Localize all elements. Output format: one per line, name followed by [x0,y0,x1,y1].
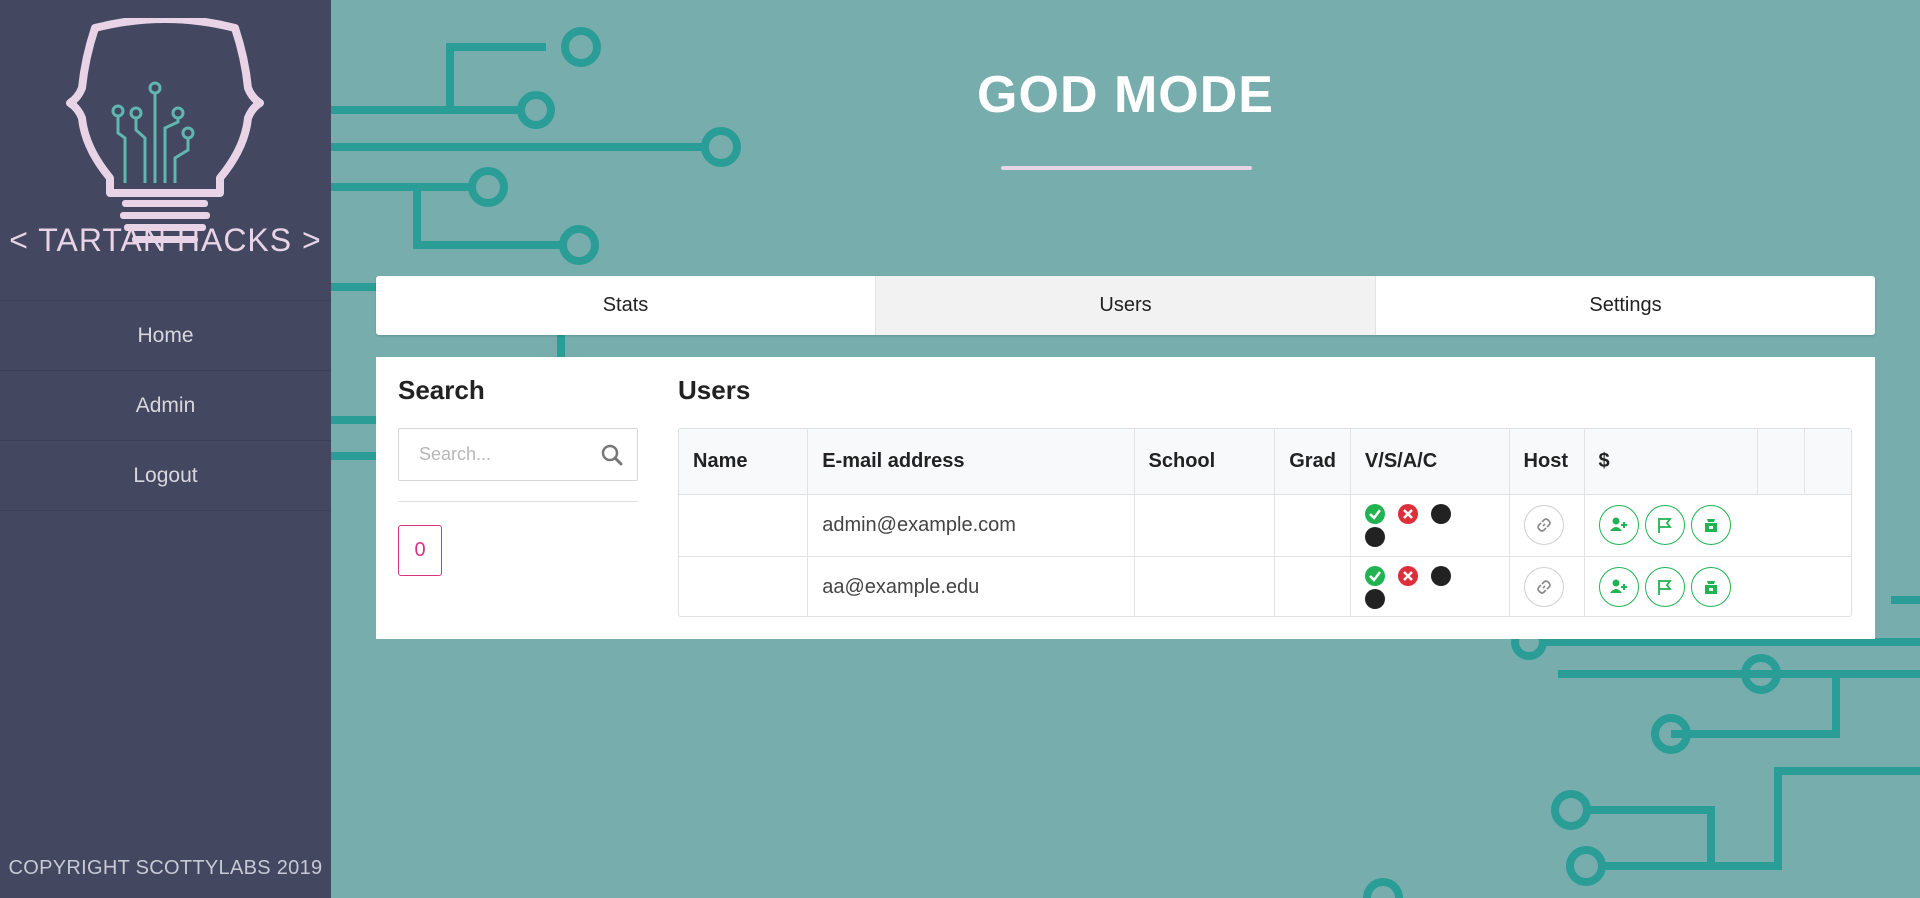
users-heading: Users [678,375,751,405]
flag-icon[interactable] [1644,505,1685,545]
page-title: GOD MODE [977,66,1274,124]
link-icon[interactable] [1523,567,1564,608]
submitted-x-icon [1397,503,1418,524]
search-input[interactable] [399,429,579,480]
title-divider [1001,166,1252,170]
user-status-cell [1350,494,1510,557]
link-icon[interactable] [1523,505,1564,545]
user-email-cell: admin@example.com [807,494,1135,557]
user-grad-cell [1274,556,1351,616]
actions-cell [1584,494,1851,557]
sidebar-item-home[interactable]: Home [0,301,331,371]
copyright: COPYRIGHT SCOTTYLABS 2019 [8,857,323,879]
admitted-dot-icon [1430,503,1451,524]
column-header[interactable]: Host [1509,429,1585,495]
tab-stats[interactable]: Stats [376,276,875,335]
admitted-dot-icon [1430,565,1451,586]
user-email-cell: aa@example.edu [807,556,1135,616]
add-user-icon[interactable] [1598,505,1639,545]
users-panel: Search 0 Users Name E-mail address Schoo… [376,357,1875,639]
user-grad-cell [1274,494,1351,557]
sponsor-icon[interactable] [1690,505,1731,545]
tab-settings[interactable]: Settings [1376,276,1875,335]
submitted-x-icon [1397,565,1418,586]
search-divider [398,501,638,502]
user-school-cell [1134,556,1276,616]
confirmed-dot-icon [1364,526,1385,547]
user-school-cell [1134,494,1276,557]
table-row[interactable]: aa@example.edu [679,556,1851,616]
user-name-cell [679,556,809,616]
result-count-badge: 0 [398,525,442,576]
users-table: Name E-mail address School Grad V/S/A/C … [678,428,1852,617]
confirmed-dot-icon [1364,588,1385,609]
add-user-icon[interactable] [1598,567,1639,608]
column-header [1804,429,1851,495]
verified-check-icon [1364,503,1385,524]
host-cell [1509,494,1585,557]
table-header-row: Name E-mail address School Grad V/S/A/C … [679,429,1851,495]
user-name-cell [679,494,809,557]
column-header[interactable]: E-mail address [807,429,1135,495]
verified-check-icon [1364,565,1385,586]
search-icon[interactable] [601,444,623,466]
search-heading: Search [398,375,485,405]
sidebar-item-admin[interactable]: Admin [0,371,331,441]
column-header[interactable]: School [1134,429,1276,495]
brand-name: < TARTAN HACKS > [9,222,322,258]
sponsor-icon[interactable] [1690,567,1731,608]
host-cell [1509,556,1585,616]
sidebar-item-logout[interactable]: Logout [0,441,331,511]
flag-icon[interactable] [1644,567,1685,608]
actions-cell [1584,556,1851,616]
tab-users[interactable]: Users [875,276,1376,335]
column-header[interactable]: V/S/A/C [1350,429,1510,495]
sidebar: < TARTAN HACKS > Home Admin Logout COPYR… [0,0,331,898]
search-box [398,428,638,481]
column-header[interactable]: Grad [1274,429,1351,495]
column-header[interactable]: $ [1584,429,1758,495]
sidebar-nav: Home Admin Logout [0,300,331,511]
column-header [1757,429,1805,495]
user-status-cell [1350,556,1510,616]
column-header[interactable]: Name [679,429,809,495]
admin-tabs: Stats Users Settings [376,276,1875,335]
table-row[interactable]: admin@example.com [679,494,1851,557]
